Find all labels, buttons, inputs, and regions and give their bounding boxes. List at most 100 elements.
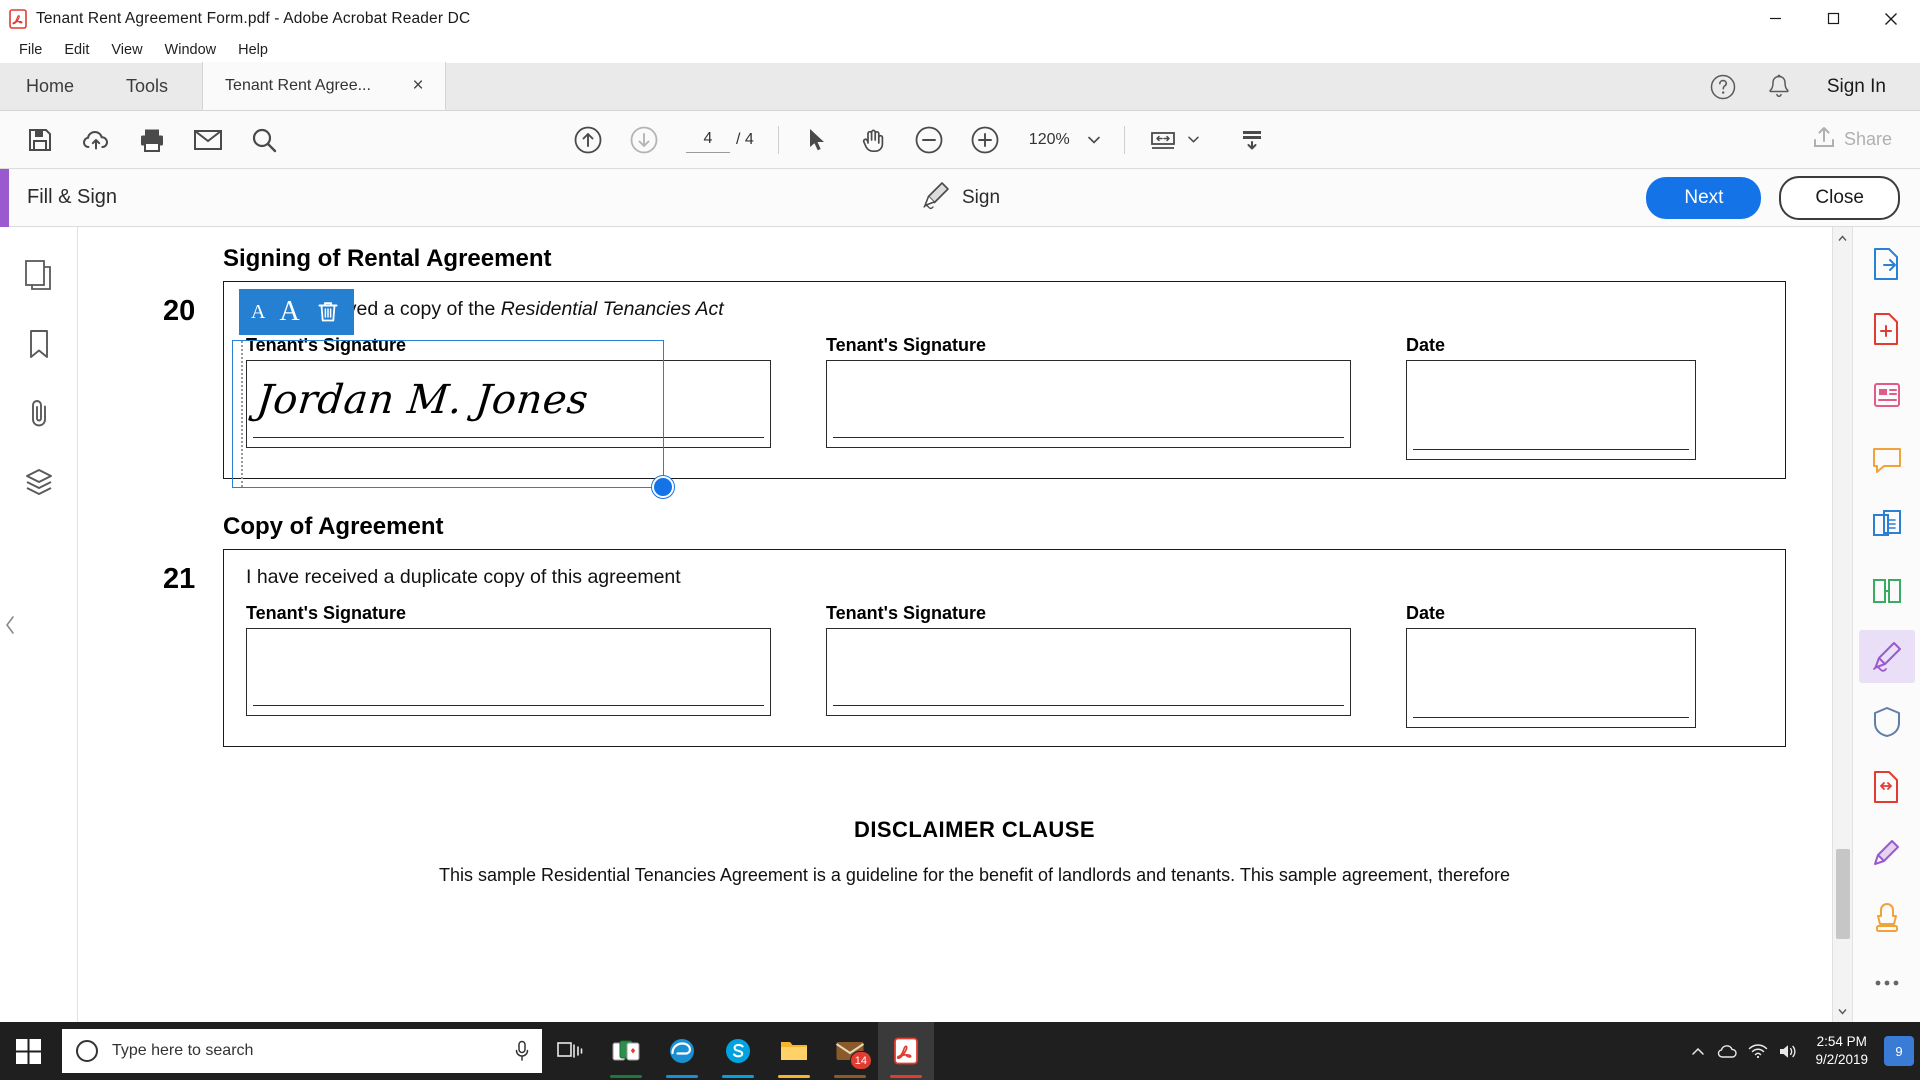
edge-browser-icon[interactable] <box>654 1022 710 1080</box>
sign-tool-label: Sign <box>961 186 1001 208</box>
bookmarks-icon[interactable] <box>13 318 65 370</box>
fill-sign-icon[interactable] <box>1858 629 1915 683</box>
help-circle-icon[interactable] <box>1703 67 1743 107</box>
windows-start-icon[interactable] <box>0 1022 58 1080</box>
cloud-upload-icon[interactable] <box>73 117 119 163</box>
request-signatures-icon[interactable] <box>1859 826 1915 879</box>
comment-icon[interactable] <box>1859 433 1915 486</box>
chevron-down-icon[interactable] <box>1087 131 1100 149</box>
sign-in-button[interactable]: Sign In <box>1807 76 1902 98</box>
section-21-signature-box-1[interactable] <box>246 628 771 716</box>
combine-files-icon[interactable] <box>1859 499 1915 552</box>
action-center-icon[interactable]: 9 <box>1884 1036 1914 1066</box>
signature-resize-handle[interactable] <box>652 476 674 498</box>
chevron-down-icon[interactable] <box>1186 136 1207 143</box>
menu-file[interactable]: File <box>8 40 53 60</box>
maximize-button[interactable] <box>1804 0 1862 37</box>
page-total-label: / 4 <box>736 130 754 148</box>
tab-document[interactable]: Tenant Rent Agree... × <box>202 62 447 110</box>
onedrive-icon[interactable] <box>1713 1022 1743 1080</box>
menu-help[interactable]: Help <box>227 40 279 60</box>
window-title: Tenant Rent Agreement Form.pdf - Adobe A… <box>36 9 471 27</box>
skype-icon[interactable] <box>710 1022 766 1080</box>
compress-pdf-icon[interactable] <box>1859 760 1915 813</box>
chevron-left-icon[interactable] <box>0 598 20 652</box>
taskbar-clock[interactable]: 2:54 PM 9/2/2019 <box>1803 1033 1880 1069</box>
create-pdf-icon[interactable] <box>1859 302 1915 355</box>
next-button[interactable]: Next <box>1646 176 1762 219</box>
zoom-in-icon[interactable] <box>962 117 1008 163</box>
active-signature-widget[interactable]: A A Jordan M. Jones <box>232 289 674 498</box>
zoom-level-control[interactable]: 120% <box>1029 131 1100 149</box>
section-21-label-1: Tenant's Signature <box>246 603 406 623</box>
protect-icon[interactable] <box>1859 695 1915 748</box>
solitaire-icon[interactable] <box>598 1022 654 1080</box>
minimize-button[interactable] <box>1746 0 1804 37</box>
arrow-down-circle-icon[interactable] <box>621 117 667 163</box>
menu-window[interactable]: Window <box>154 40 228 60</box>
wifi-icon[interactable] <box>1743 1022 1773 1080</box>
section-21-box: I have received a duplicate copy of this… <box>223 549 1786 747</box>
clock-time: 2:54 PM <box>1816 1033 1867 1049</box>
export-pdf-icon[interactable] <box>1859 237 1915 290</box>
document-scrollbar[interactable] <box>1832 227 1852 1022</box>
attachments-icon[interactable] <box>13 387 65 439</box>
scrollbar-thumb[interactable] <box>1835 849 1850 939</box>
trash-icon[interactable] <box>314 297 342 327</box>
pdf-page-canvas[interactable]: Signing of Rental Agreement 20 I have re… <box>78 227 1852 1022</box>
menu-edit[interactable]: Edit <box>53 40 100 60</box>
zoom-out-icon[interactable] <box>906 117 952 163</box>
chevron-down-icon[interactable] <box>1833 1000 1853 1022</box>
close-fill-sign-button[interactable]: Close <box>1779 175 1900 220</box>
chevron-up-icon[interactable] <box>1683 1022 1713 1080</box>
more-tools-icon[interactable] <box>1859 957 1915 1010</box>
tab-home[interactable]: Home <box>0 62 100 110</box>
share-button[interactable]: Share <box>1798 119 1906 160</box>
print-icon[interactable] <box>129 117 175 163</box>
edit-pdf-icon[interactable] <box>1859 368 1915 421</box>
section-21-signature-box-2[interactable] <box>826 628 1351 716</box>
section-20-signature-box-2[interactable] <box>826 360 1351 448</box>
section-20-block: 20 I have received a copy of the Residen… <box>163 281 1786 498</box>
pdf-page-4: Signing of Rental Agreement 20 I have re… <box>78 227 1852 1022</box>
cursor-select-icon[interactable] <box>794 117 840 163</box>
window-controls <box>1746 0 1920 37</box>
save-icon[interactable] <box>17 117 63 163</box>
task-view-icon[interactable] <box>542 1022 598 1080</box>
tab-tools[interactable]: Tools <box>100 62 194 110</box>
close-icon[interactable]: × <box>405 73 431 99</box>
organize-pages-icon[interactable] <box>1859 564 1915 617</box>
stamp-icon[interactable] <box>1859 891 1915 944</box>
fit-page-icon[interactable] <box>1140 117 1186 163</box>
windows-taskbar: Type here to search 14 2:54 PM 9/2/2019 … <box>0 1022 1920 1080</box>
close-button[interactable] <box>1862 0 1920 37</box>
speaker-icon[interactable] <box>1773 1022 1803 1080</box>
section-20-heading: Signing of Rental Agreement <box>223 245 552 272</box>
page-number-input[interactable] <box>686 126 730 153</box>
microphone-icon[interactable] <box>502 1029 542 1073</box>
chevron-up-icon[interactable] <box>1833 227 1853 249</box>
arrow-up-circle-icon[interactable] <box>565 117 611 163</box>
mail-icon[interactable]: 14 <box>822 1022 878 1080</box>
layers-icon[interactable] <box>13 456 65 508</box>
scrollbar-track[interactable] <box>1833 249 1853 1000</box>
right-tools-rail <box>1852 227 1920 1022</box>
decrease-font-size-button[interactable]: A <box>251 301 265 324</box>
clock-date: 9/2/2019 <box>1815 1052 1868 1067</box>
toolbar-center-group: / 4 <box>560 117 1280 163</box>
page-scroll-icon[interactable] <box>1229 117 1275 163</box>
search-icon[interactable] <box>241 117 287 163</box>
section-20-date-box[interactable] <box>1406 360 1696 460</box>
increase-font-size-button[interactable]: A <box>279 296 299 328</box>
notification-bell-icon[interactable] <box>1759 67 1799 107</box>
page-thumbnails-icon[interactable] <box>13 249 65 301</box>
email-icon[interactable] <box>185 117 231 163</box>
sign-tool-button[interactable]: Sign <box>920 180 1000 215</box>
taskbar-search-box[interactable]: Type here to search <box>62 1029 542 1073</box>
acrobat-reader-icon[interactable] <box>878 1022 934 1080</box>
file-explorer-icon[interactable] <box>766 1022 822 1080</box>
menu-view[interactable]: View <box>100 40 153 60</box>
document-body: Signing of Rental Agreement 20 I have re… <box>0 227 1920 1022</box>
hand-pan-icon[interactable] <box>850 117 896 163</box>
section-21-date-box[interactable] <box>1406 628 1696 728</box>
